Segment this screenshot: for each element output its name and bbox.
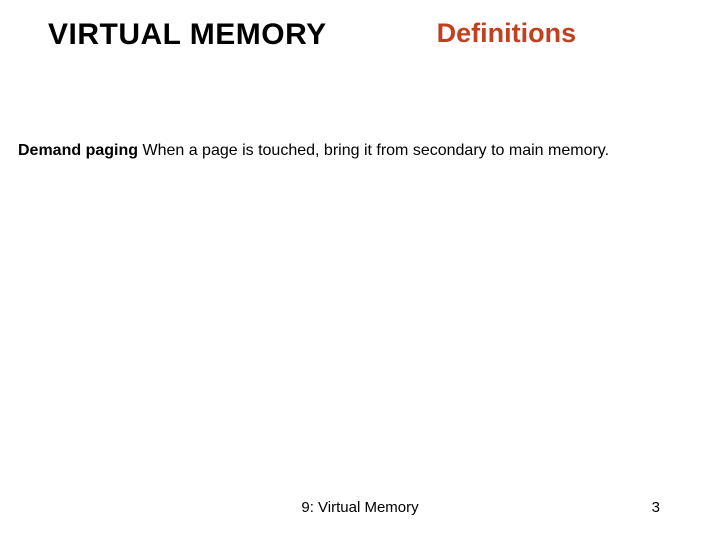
definition-term: Demand paging — [18, 142, 138, 159]
slide-header: VIRTUAL MEMORY Definitions — [0, 0, 720, 52]
slide-subtitle: Definitions — [437, 18, 577, 49]
slide-title: VIRTUAL MEMORY — [48, 18, 327, 52]
definition-text: When a page is touched, bring it from se… — [138, 142, 609, 159]
footer-page-number: 3 — [652, 499, 660, 516]
definition-line: Demand paging When a page is touched, br… — [18, 142, 720, 160]
footer-chapter-label: 9: Virtual Memory — [301, 499, 418, 516]
